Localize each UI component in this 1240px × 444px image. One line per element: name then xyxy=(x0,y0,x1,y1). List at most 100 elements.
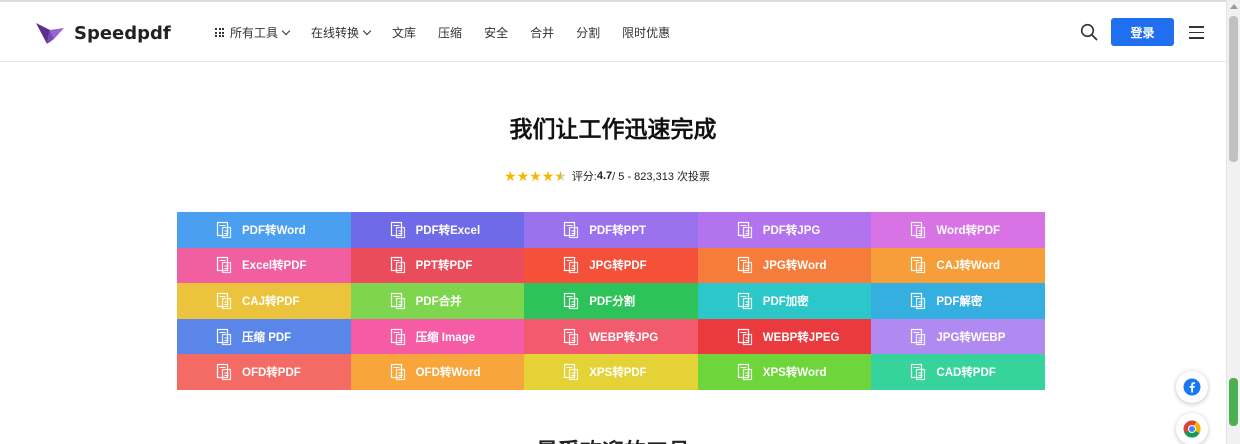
webp-to-jpg-icon xyxy=(562,328,580,346)
facebook-icon xyxy=(1183,378,1201,396)
nav-label: 安全 xyxy=(484,26,509,40)
tool-label: XPS转PDF xyxy=(589,367,647,380)
page-title: 我们让工作迅速完成 xyxy=(509,117,717,143)
chrome-extension-button[interactable] xyxy=(1176,413,1208,444)
tool-label: PDF分割 xyxy=(589,295,636,308)
lock-pdf-icon xyxy=(736,292,754,310)
facebook-share-button[interactable] xyxy=(1176,371,1208,403)
tool-tile[interactable]: PDF转JPG xyxy=(697,212,872,248)
nav-merge[interactable]: 合并 xyxy=(530,24,554,41)
tool-tile[interactable]: PDF解密 xyxy=(871,283,1045,319)
search-icon[interactable] xyxy=(1080,23,1098,41)
rating-value: 4.7 xyxy=(596,170,613,182)
pdf-to-ppt-icon xyxy=(562,221,580,239)
nav-label: 文库 xyxy=(392,26,417,40)
tool-tile[interactable]: PDF转Word xyxy=(177,212,351,248)
chrome-icon xyxy=(1183,420,1201,438)
tool-tile[interactable]: PDF加密 xyxy=(697,283,872,319)
nav-label: 所有工具 xyxy=(230,26,279,40)
chevron-down-icon xyxy=(362,26,372,35)
excel-to-pdf-icon xyxy=(215,256,233,274)
tool-tile[interactable]: CAJ转PDF xyxy=(177,283,351,319)
tool-tile[interactable]: PDF合并 xyxy=(350,283,525,319)
tool-tile[interactable]: PDF转Excel xyxy=(350,212,525,248)
tool-tile[interactable]: JPG转PDF xyxy=(524,247,698,284)
tool-label: CAD转PDF xyxy=(936,367,996,380)
tool-tile[interactable]: PDF转PPT xyxy=(524,212,698,248)
tool-tile[interactable]: XPS转Word xyxy=(697,354,872,390)
tool-label: PPT转PDF xyxy=(415,260,473,273)
tool-tile[interactable]: OFD转Word xyxy=(350,354,525,390)
rating-summary: ★ ★ ★ ★ ★ 评分: 4.7 / 5 - 823,313 次投票 xyxy=(504,168,710,184)
word-to-pdf-icon xyxy=(909,221,927,239)
tool-tile[interactable]: PPT转PDF xyxy=(350,247,525,284)
xps-to-pdf-icon xyxy=(562,363,580,381)
split-pdf-icon xyxy=(562,292,580,310)
pdf-to-excel-icon xyxy=(389,221,407,239)
tool-label: PDF加密 xyxy=(762,295,809,308)
tool-label: PDF转JPG xyxy=(762,224,821,237)
nav-label: 压缩 xyxy=(438,26,463,40)
tool-tile[interactable]: 压缩 Image xyxy=(350,318,525,355)
star-icon: ★ xyxy=(504,168,517,184)
chevron-down-icon xyxy=(281,26,291,35)
tool-tile[interactable]: CAJ转Word xyxy=(871,247,1045,284)
pdf-to-jpg-icon xyxy=(736,221,754,239)
ofd-to-pdf-icon xyxy=(215,363,233,381)
nav-label: 限时优惠 xyxy=(622,26,671,40)
tool-tile[interactable]: XPS转PDF xyxy=(524,354,698,390)
jpg-to-word-icon xyxy=(736,256,754,274)
tool-tile[interactable]: Excel转PDF xyxy=(177,247,351,284)
site-header: Speedpdf 所有工具 在线转换 文库 压缩 安全 合并 分割 限时优惠 登… xyxy=(0,2,1226,62)
ofd-to-word-icon xyxy=(389,363,407,381)
nav-compress[interactable]: 压缩 xyxy=(438,24,462,41)
star-icon: ★ xyxy=(516,168,530,184)
nav-online-convert[interactable]: 在线转换 xyxy=(311,24,372,41)
nav-label: 在线转换 xyxy=(311,26,360,40)
nav-security[interactable]: 安全 xyxy=(484,24,508,41)
tool-tile[interactable]: 压缩 PDF xyxy=(177,318,351,355)
tool-label: OFD转PDF xyxy=(242,367,301,380)
hamburger-menu-icon[interactable] xyxy=(1189,26,1204,39)
tool-tile[interactable]: PDF分割 xyxy=(524,283,698,319)
site-logo[interactable]: Speedpdf xyxy=(34,17,171,49)
grid-icon xyxy=(215,28,224,37)
tool-tile[interactable]: WEBP转JPEG xyxy=(697,318,872,355)
tool-label: CAJ转Word xyxy=(936,260,1001,273)
rating-votes: / 5 - 823,313 次投票 xyxy=(612,171,710,183)
scroll-indicator xyxy=(1229,378,1238,426)
tool-tile[interactable]: JPG转WEBP xyxy=(871,318,1045,355)
compress-pdf-icon xyxy=(215,328,233,346)
pdf-to-word-icon xyxy=(215,221,233,239)
tool-tile[interactable]: OFD转PDF xyxy=(177,354,351,390)
tool-label: PDF合并 xyxy=(415,295,462,308)
main-nav: 所有工具 在线转换 文库 压缩 安全 合并 分割 限时优惠 xyxy=(215,24,692,41)
caj-to-pdf-icon xyxy=(215,292,233,310)
login-button[interactable]: 登录 xyxy=(1111,18,1174,46)
nav-label: 分割 xyxy=(576,26,601,40)
nav-split[interactable]: 分割 xyxy=(576,24,600,41)
tool-label: JPG转WEBP xyxy=(936,331,1006,344)
star-icon: ★ xyxy=(529,168,542,184)
tool-tile[interactable]: CAD转PDF xyxy=(871,354,1045,390)
nav-all-tools[interactable]: 所有工具 xyxy=(215,24,291,41)
compress-image-icon xyxy=(389,328,407,346)
page-scrollbar[interactable] xyxy=(1226,0,1240,444)
tool-label: JPG转Word xyxy=(762,260,827,273)
merge-pdf-icon xyxy=(389,292,407,310)
tool-tile[interactable]: JPG转Word xyxy=(697,247,872,284)
brand-name: Speedpdf xyxy=(74,22,171,44)
webp-to-jpeg-icon xyxy=(736,328,754,346)
scrollbar-thumb[interactable] xyxy=(1229,16,1238,162)
tool-label: 压缩 PDF xyxy=(242,331,292,344)
tool-label: WEBP转JPEG xyxy=(762,331,840,344)
jpg-to-pdf-icon xyxy=(562,256,580,274)
tool-label: 压缩 Image xyxy=(415,331,476,344)
tool-label: PDF转PPT xyxy=(589,224,647,237)
nav-limited-offer[interactable]: 限时优惠 xyxy=(622,24,670,41)
scroll-up-arrow-icon[interactable] xyxy=(1230,4,1238,9)
star-icon: ★ xyxy=(541,168,555,184)
tool-tile[interactable]: WEBP转JPG xyxy=(524,318,698,355)
tool-tile[interactable]: Word转PDF xyxy=(871,212,1045,248)
nav-library[interactable]: 文库 xyxy=(392,24,416,41)
